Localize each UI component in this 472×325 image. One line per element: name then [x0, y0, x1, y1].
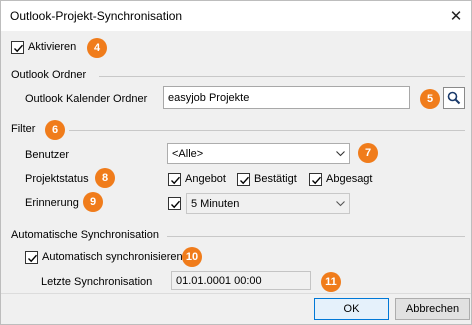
status-angebot-label: Angebot	[185, 173, 226, 185]
status-bestaetigt-checkbox[interactable]	[237, 173, 250, 186]
last-sync-field: 01.01.0001 00:00	[171, 271, 311, 290]
badge-6: 6	[45, 120, 65, 140]
checkmark-icon	[28, 254, 38, 263]
reminder-select-value: 5 Minuten	[191, 197, 240, 210]
dialog-title: Outlook-Projekt-Synchronisation	[10, 9, 183, 23]
activate-checkbox[interactable]	[11, 41, 24, 54]
calendar-folder-label: Outlook Kalender Ordner	[25, 93, 148, 105]
activate-label: Aktivieren	[28, 41, 77, 53]
calendar-folder-value: easyjob Projekte	[168, 91, 250, 104]
auto-sync-label: Automatisch synchronisieren	[42, 251, 183, 263]
chevron-down-icon	[331, 144, 349, 163]
reminder-checkbox[interactable]	[168, 197, 181, 210]
dialog-footer: OK Abbrechen	[1, 293, 471, 324]
close-button[interactable]: ✕	[445, 5, 467, 27]
filter-section-label: Filter	[11, 123, 36, 135]
checkmark-icon	[171, 200, 181, 209]
outlook-folder-section-label: Outlook Ordner	[11, 69, 87, 81]
dialog-content: Aktivieren 4 Outlook Ordner Outlook Kale…	[1, 31, 471, 293]
user-select[interactable]: <Alle>	[167, 143, 350, 164]
search-icon	[447, 91, 461, 105]
user-select-value: <Alle>	[172, 147, 204, 160]
badge-4: 4	[87, 38, 107, 58]
status-abgesagt-label: Abgesagt	[326, 173, 373, 185]
checkmark-icon	[312, 176, 322, 185]
badge-5: 5	[420, 89, 440, 109]
section-divider	[99, 76, 465, 77]
checkmark-icon	[171, 176, 181, 185]
checkmark-icon	[14, 44, 24, 53]
badge-8: 8	[95, 168, 115, 188]
section-divider	[167, 236, 465, 237]
search-folder-button[interactable]	[443, 87, 465, 109]
chevron-down-icon	[331, 194, 349, 213]
badge-10: 10	[182, 247, 202, 267]
sync-dialog: Outlook-Projekt-Synchronisation ✕ Aktivi…	[0, 0, 472, 325]
cancel-button[interactable]: Abbrechen	[395, 298, 470, 320]
close-icon: ✕	[449, 8, 463, 25]
auto-sync-checkbox[interactable]	[25, 251, 38, 264]
status-bestaetigt-label: Bestätigt	[254, 173, 297, 185]
project-status-label: Projektstatus	[25, 173, 89, 185]
reminder-select[interactable]: 5 Minuten	[186, 193, 350, 214]
auto-sync-section-label: Automatische Synchronisation	[11, 229, 159, 241]
title-bar: Outlook-Projekt-Synchronisation ✕	[1, 1, 471, 31]
user-label: Benutzer	[25, 149, 70, 161]
status-angebot-checkbox[interactable]	[168, 173, 181, 186]
reminder-label: Erinnerung	[25, 197, 79, 209]
last-sync-label: Letzte Synchronisation	[41, 276, 153, 288]
section-divider	[69, 130, 465, 131]
ok-button[interactable]: OK	[314, 298, 389, 320]
badge-7: 7	[358, 143, 378, 163]
checkmark-icon	[240, 176, 250, 185]
badge-11: 11	[321, 272, 341, 292]
badge-9: 9	[83, 192, 103, 212]
calendar-folder-input[interactable]: easyjob Projekte	[163, 86, 410, 109]
last-sync-value: 01.01.0001 00:00	[176, 274, 262, 287]
status-abgesagt-checkbox[interactable]	[309, 173, 322, 186]
